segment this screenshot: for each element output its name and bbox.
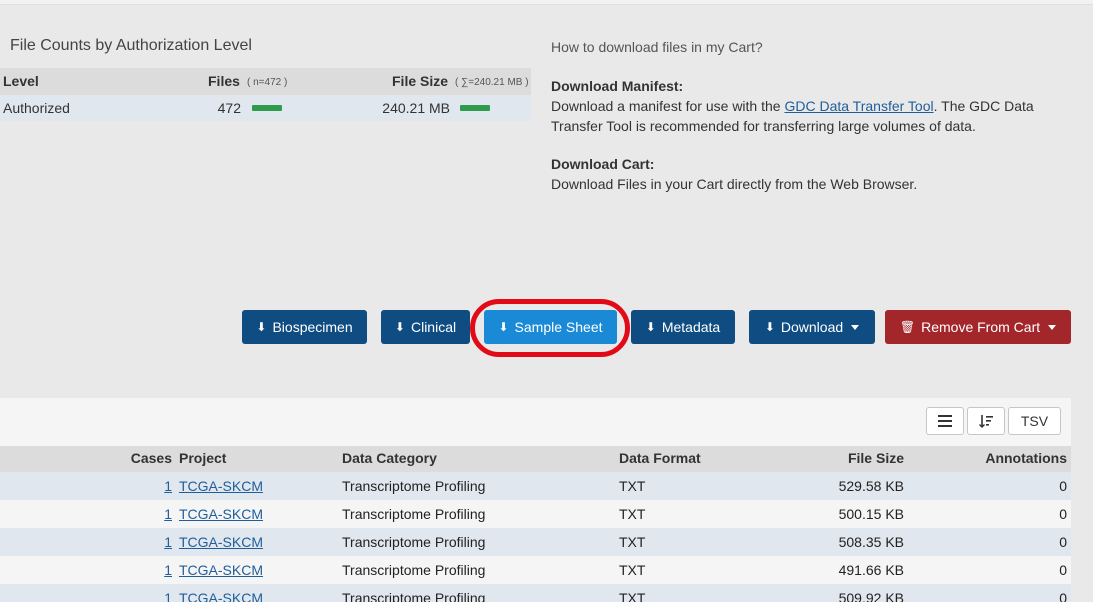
cart-title: Download Cart: (551, 156, 655, 172)
clinical-label: Clinical (410, 319, 457, 335)
download-icon: ⬇ (764, 320, 775, 334)
file-size-cell: 529.58 KB (838, 478, 904, 494)
top-border (0, 0, 1093, 5)
size-value: 240.21 MB (382, 100, 450, 116)
table-row: 1 TCGA-SKCM Transcriptome Profiling TXT … (0, 584, 1071, 602)
files-header: Files (208, 73, 240, 89)
table-row: 1 TCGA-SKCM Transcriptome Profiling TXT … (0, 500, 1071, 528)
files-count-note: ( n=472 ) (247, 77, 288, 88)
annotations-cell: 0 (1059, 506, 1067, 522)
data-category-header[interactable]: Data Category (342, 450, 437, 466)
file-size-cell: 500.15 KB (838, 506, 904, 522)
data-format-cell: TXT (619, 590, 646, 602)
remove-label: Remove From Cart (921, 319, 1041, 335)
files-value: 472 (217, 100, 241, 116)
download-icon: ⬇ (394, 320, 405, 334)
project-link[interactable]: TCGA-SKCM (179, 506, 263, 522)
metadata-button[interactable]: ⬇ Metadata (631, 310, 735, 344)
list-icon (938, 415, 952, 427)
data-category-cell: Transcriptome Profiling (342, 534, 486, 550)
remove-from-cart-button[interactable]: 🗑 Remove From Cart (885, 310, 1071, 344)
file-size-cell: 508.35 KB (838, 534, 904, 550)
auth-level-row: Authorized 472 240.21 MB (0, 95, 531, 121)
annotations-cell: 0 (1059, 590, 1067, 602)
clinical-button[interactable]: ⬇ Clinical (381, 310, 470, 344)
manifest-title: Download Manifest: (551, 78, 684, 94)
annotation-highlight-ring (470, 299, 630, 357)
annotations-cell: 0 (1059, 478, 1067, 494)
help-question: How to download files in my Cart? (551, 39, 763, 55)
data-format-cell: TXT (619, 506, 646, 522)
project-header[interactable]: Project (179, 450, 226, 466)
chevron-down-icon (851, 324, 860, 330)
data-category-cell: Transcriptome Profiling (342, 478, 486, 494)
data-format-header[interactable]: Data Format (619, 450, 701, 466)
data-format-cell: TXT (619, 478, 646, 494)
annotations-cell: 0 (1059, 562, 1067, 578)
cases-header[interactable]: Cases (100, 450, 172, 466)
table-row: 1 TCGA-SKCM Transcriptome Profiling TXT … (0, 556, 1071, 584)
size-bar (460, 105, 490, 111)
data-format-cell: TXT (619, 562, 646, 578)
download-dropdown-button[interactable]: ⬇ Download (749, 310, 875, 344)
annotations-header[interactable]: Annotations (950, 450, 1067, 466)
data-format-cell: TXT (619, 534, 646, 550)
size-sum-note: ( ∑=240.21 MB ) (455, 77, 529, 88)
download-label: Download (780, 319, 844, 335)
cases-link[interactable]: 1 (100, 562, 172, 578)
project-link[interactable]: TCGA-SKCM (179, 562, 263, 578)
file-size-header[interactable]: File Size (780, 450, 904, 466)
trash-icon: 🗑 (899, 320, 916, 334)
auth-level-table: Level Files ( n=472 ) File Size ( ∑=240.… (0, 68, 531, 121)
project-link[interactable]: TCGA-SKCM (179, 534, 263, 550)
biospecimen-button[interactable]: ⬇ Biospecimen (242, 310, 367, 344)
auth-level-header: Level Files ( n=472 ) File Size ( ∑=240.… (0, 68, 531, 95)
download-icon: ⬇ (645, 320, 656, 334)
file-size-cell: 491.66 KB (838, 562, 904, 578)
auth-level-title: File Counts by Authorization Level (10, 37, 252, 54)
file-size-cell: 509.92 KB (838, 590, 904, 602)
cases-link[interactable]: 1 (100, 590, 172, 602)
data-category-cell: Transcriptome Profiling (342, 562, 486, 578)
size-header: File Size (392, 73, 449, 89)
sort-icon (979, 415, 993, 428)
level-header: Level (3, 73, 39, 89)
sort-button[interactable] (967, 407, 1005, 435)
manifest-description: Download a manifest for use with the GDC… (551, 96, 1071, 136)
level-value: Authorized (3, 100, 70, 116)
manifest-text-pre: Download a manifest for use with the (551, 98, 785, 114)
annotations-cell: 0 (1059, 534, 1067, 550)
cases-link[interactable]: 1 (100, 506, 172, 522)
table-row: 1 TCGA-SKCM Transcriptome Profiling TXT … (0, 472, 1071, 500)
metadata-label: Metadata (661, 319, 721, 335)
chevron-down-icon (1048, 324, 1057, 330)
table-row: 1 TCGA-SKCM Transcriptome Profiling TXT … (0, 528, 1071, 556)
download-help: How to download files in my Cart? Downlo… (551, 37, 1071, 194)
data-category-cell: Transcriptome Profiling (342, 590, 486, 602)
tsv-export-button[interactable]: TSV (1008, 407, 1061, 435)
cases-link[interactable]: 1 (100, 478, 172, 494)
data-category-cell: Transcriptome Profiling (342, 506, 486, 522)
files-table-header: Cases Project Data Category Data Format … (0, 446, 1071, 472)
project-link[interactable]: TCGA-SKCM (179, 590, 263, 602)
files-bar (252, 105, 282, 111)
cases-link[interactable]: 1 (100, 534, 172, 550)
gdc-transfer-tool-link[interactable]: GDC Data Transfer Tool (784, 98, 933, 114)
cart-description: Download Files in your Cart directly fro… (551, 176, 918, 192)
project-link[interactable]: TCGA-SKCM (179, 478, 263, 494)
download-icon: ⬇ (256, 320, 267, 334)
column-toggle-button[interactable] (926, 407, 964, 435)
biospecimen-label: Biospecimen (272, 319, 353, 335)
